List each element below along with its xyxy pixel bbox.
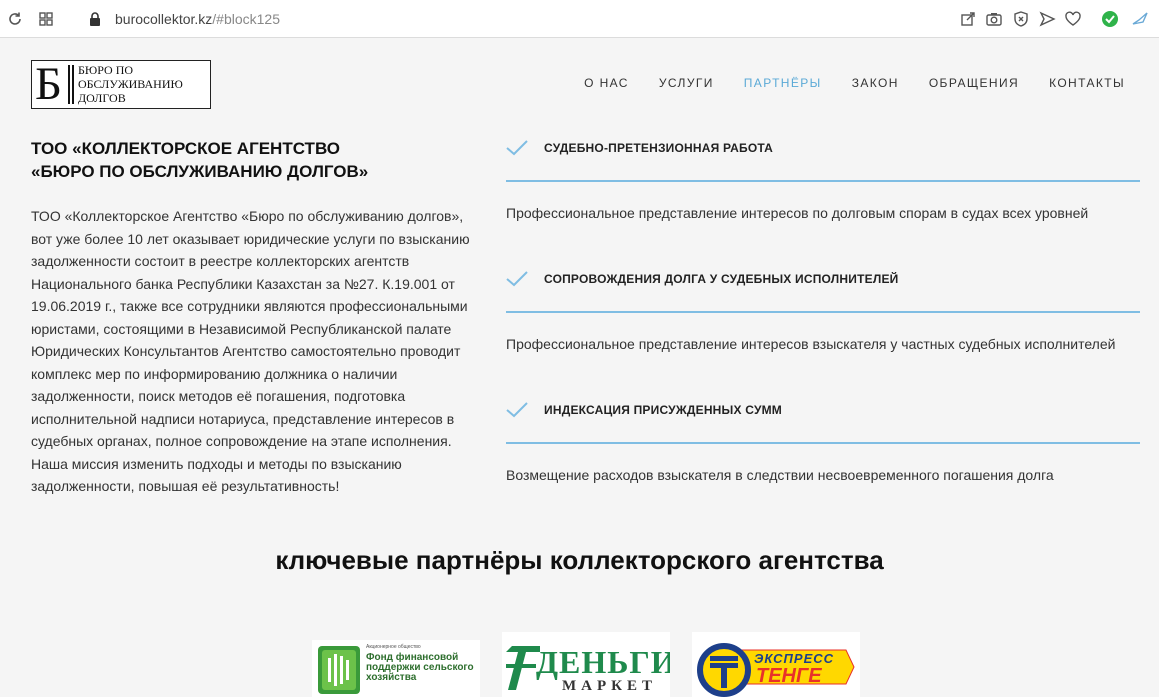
partner-logo-dengi-market[interactable]: ДЕНЬГИ МАРКЕТ — [502, 632, 670, 697]
shield-x-icon[interactable] — [1012, 10, 1030, 28]
service-divider — [506, 442, 1140, 444]
nav-item-appeals[interactable]: ОБРАЩЕНИЯ — [929, 76, 1019, 90]
partner-logo-fund[interactable]: Акционерное общество Фонд финансовой под… — [312, 640, 480, 697]
url-domain: burocollektor.kz — [115, 11, 213, 27]
camera-icon[interactable] — [985, 10, 1003, 28]
nav-item-contacts[interactable]: КОНТАКТЫ — [1049, 76, 1125, 90]
express-name: ЭКСПРЕСС — [754, 651, 835, 666]
about-paragraph: ТОО «Коллекторское Агентство «Бюро по об… — [31, 208, 470, 449]
fund-name: Фонд финансовой поддержки сельского хозя… — [366, 652, 474, 683]
extension-bird-icon[interactable] — [1131, 10, 1149, 28]
service-title: СОПРОВОЖДЕНИЯ ДОЛГА У СУДЕБНЫХ ИСПОЛНИТЕ… — [544, 272, 899, 286]
about-title-line2: «БЮРО ПО ОБСЛУЖИВАНИЮ ДОЛГОВ» — [31, 162, 369, 181]
check-icon — [506, 140, 528, 156]
fund-small-text: Акционерное общество — [366, 644, 421, 650]
url-path: /#block125 — [212, 11, 280, 27]
service-desc: Профессиональное представление интересов… — [506, 205, 1089, 221]
nav-item-partners[interactable]: ПАРТНЁРЫ — [744, 76, 822, 90]
heart-icon[interactable] — [1064, 10, 1082, 28]
main-nav: О НАС УСЛУГИ ПАРТНЁРЫ ЗАКОН ОБРАЩЕНИЯ КО… — [584, 76, 1125, 90]
about-title-line1: ТОО «КОЛЛЕКТОРСКОЕ АГЕНТСТВО — [31, 139, 341, 158]
service-desc: Возмещение расходов взыскателя в следств… — [506, 467, 1054, 483]
logo-text: БЮРО ПО ОБСЛУЖИВАНИЮ ДОЛГОВ — [78, 63, 183, 105]
check-icon — [506, 271, 528, 287]
dengi-name: ДЕНЬГИ — [536, 644, 670, 680]
service-divider — [506, 311, 1140, 313]
lock-icon — [86, 10, 104, 28]
about-text: ТОО «Коллекторское Агентство «Бюро по об… — [31, 205, 471, 498]
tabs-grid-icon[interactable] — [37, 10, 55, 28]
partners-section-title: ключевые партнёры коллекторского агентст… — [275, 545, 884, 575]
about-mission: Наша миссия изменить подходы и методы по… — [31, 455, 402, 495]
logo-letter: Б — [35, 58, 62, 110]
nav-item-services[interactable]: УСЛУГИ — [659, 76, 714, 90]
browser-toolbar: burocollektor.kz/#block125 — [0, 0, 1159, 38]
reload-icon[interactable] — [6, 10, 24, 28]
about-title: ТОО «КОЛЛЕКТОРСКОЕ АГЕНТСТВО «БЮРО ПО ОБ… — [31, 137, 471, 183]
verified-check-icon[interactable] — [1101, 10, 1119, 28]
nav-item-law[interactable]: ЗАКОН — [852, 76, 899, 90]
site-logo[interactable]: Б БЮРО ПО ОБСЛУЖИВАНИЮ ДОЛГОВ — [31, 58, 211, 110]
nav-item-about[interactable]: О НАС — [584, 76, 629, 90]
address-bar[interactable]: burocollektor.kz/#block125 — [115, 10, 280, 28]
dengi-sub: МАРКЕТ — [562, 678, 658, 694]
service-title: СУДЕБНО-ПРЕТЕНЗИОННАЯ РАБОТА — [544, 141, 774, 155]
share-edit-icon[interactable] — [959, 10, 977, 28]
partner-logo-express-tenge[interactable]: ЭКСПРЕСС ТЕНГЕ — [692, 632, 860, 697]
service-title: ИНДЕКСАЦИЯ ПРИСУЖДЕННЫХ СУММ — [544, 403, 783, 417]
send-icon[interactable] — [1038, 10, 1056, 28]
express-sub: ТЕНГЕ — [756, 665, 822, 687]
service-divider — [506, 180, 1140, 182]
logo-bars-icon — [68, 65, 74, 104]
service-desc: Профессиональное представление интересов… — [506, 336, 1116, 352]
check-icon — [506, 402, 528, 418]
